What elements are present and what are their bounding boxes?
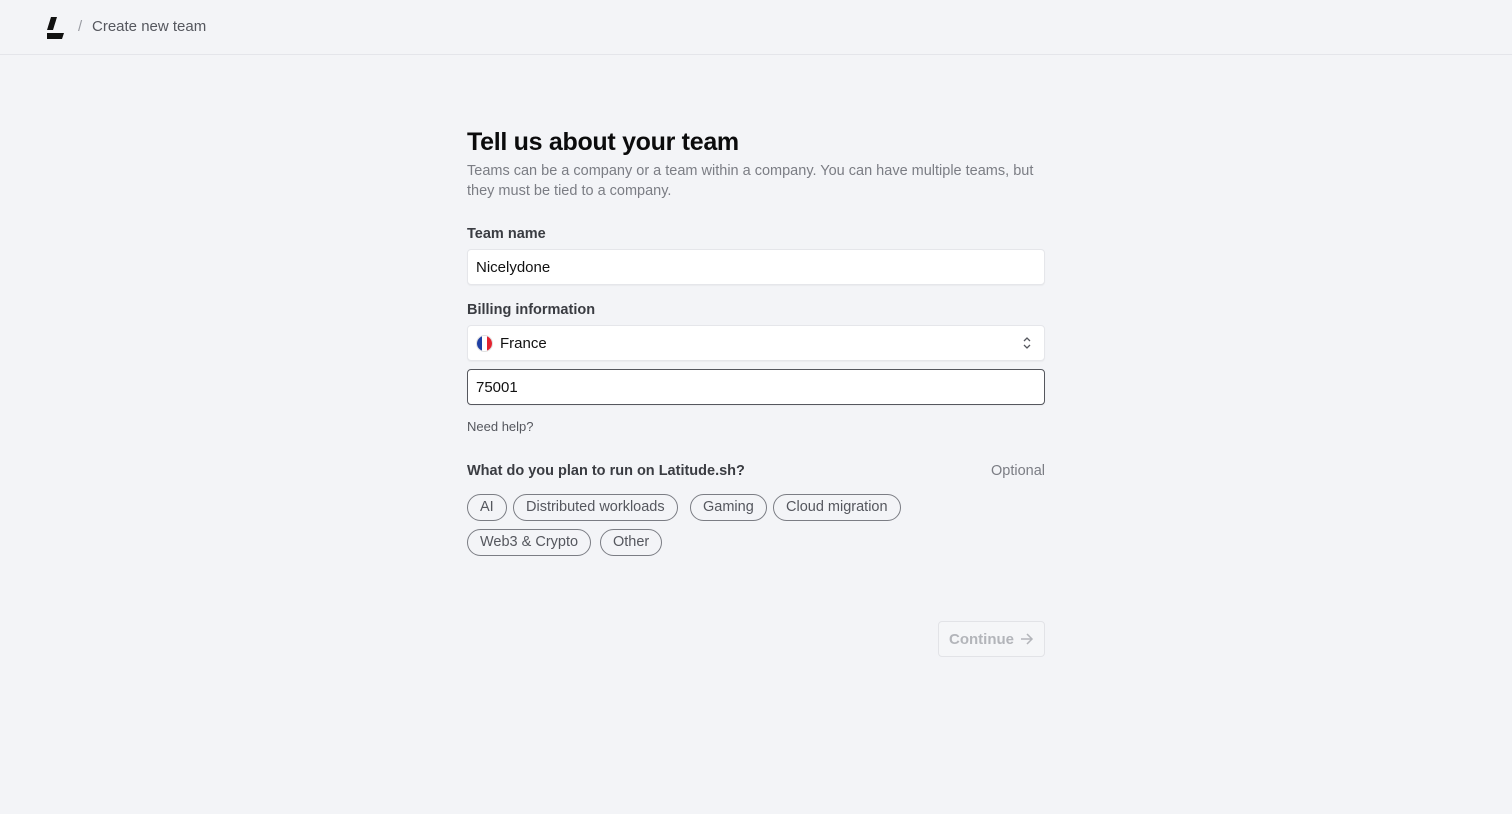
arrow-right-icon [1021, 633, 1034, 645]
breadcrumb-title: Create new team [92, 18, 207, 35]
chip-web3-crypto[interactable]: Web3 & Crypto [467, 529, 592, 556]
chevron-up-down-icon [1023, 337, 1031, 349]
top-bar: / Create new team [0, 0, 1512, 55]
billing-label: Billing information [467, 302, 596, 318]
latitude-logo-icon[interactable] [47, 17, 67, 39]
country-select[interactable]: France [467, 325, 1045, 361]
continue-label: Continue [949, 630, 1014, 648]
breadcrumb-separator: / [78, 18, 83, 35]
country-value: France [500, 334, 547, 352]
need-help-link[interactable]: Need help? [467, 419, 534, 434]
usage-label: What do you plan to run on Latitude.sh? [467, 463, 745, 479]
chip-cloud-migration[interactable]: Cloud migration [773, 494, 901, 521]
continue-button[interactable]: Continue [938, 621, 1045, 657]
team-name-label: Team name [467, 226, 546, 242]
chip-ai[interactable]: AI [467, 494, 507, 521]
page-title: Tell us about your team [467, 128, 739, 156]
page-subtitle: Teams can be a company or a team within … [467, 163, 1034, 199]
chip-gaming[interactable]: Gaming [690, 494, 767, 521]
team-name-input[interactable] [467, 249, 1045, 285]
optional-label: Optional [990, 463, 1045, 479]
chip-distributed-workloads[interactable]: Distributed workloads [513, 494, 678, 521]
postal-code-input[interactable] [467, 369, 1045, 405]
france-flag-icon [476, 334, 493, 352]
chip-other[interactable]: Other [600, 529, 663, 556]
